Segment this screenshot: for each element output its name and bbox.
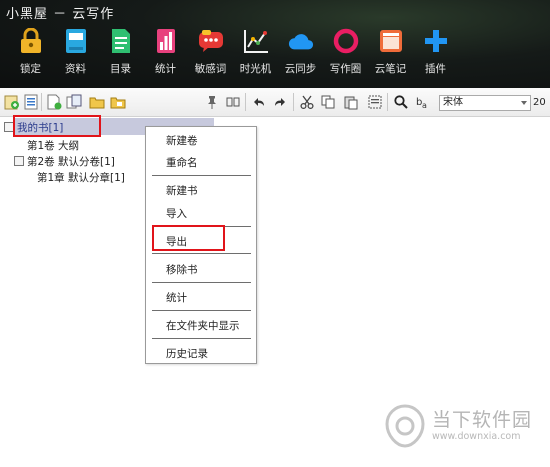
open-folder-icon[interactable]	[89, 94, 105, 110]
tool-materials[interactable]: 资料	[53, 28, 98, 84]
menu-show-in-folder[interactable]: 在文件夹中显示	[166, 318, 240, 333]
notebook-icon	[378, 28, 404, 54]
columns-icon[interactable]	[225, 94, 241, 110]
menu-new-volume[interactable]: 新建卷	[166, 133, 198, 148]
watermark-logo-icon	[385, 404, 425, 448]
tree-node-volume-1[interactable]: 第1卷 大纲	[27, 138, 79, 153]
tool-outline-label: 目录	[110, 63, 131, 75]
toolbar-divider	[387, 93, 388, 111]
toolbar-divider	[245, 93, 246, 111]
menu-divider	[152, 310, 251, 311]
line-chart-icon	[243, 28, 269, 54]
redo-icon[interactable]	[272, 94, 288, 110]
undo-icon[interactable]	[251, 94, 267, 110]
copy-doc-icon[interactable]	[66, 94, 82, 110]
font-family-select[interactable]: 宋体	[439, 95, 531, 111]
main-tool-strip: 锁定 资料 目录 统计 敏感词 时光机 云同步 写作圈 云笔记 插件	[8, 28, 458, 84]
speech-bubble-icon	[198, 28, 224, 54]
lock-icon	[18, 28, 44, 54]
document-icon	[108, 28, 134, 54]
new-chapter-icon[interactable]	[46, 94, 62, 110]
menu-divider	[152, 338, 251, 339]
menu-divider	[152, 175, 251, 176]
tool-outline[interactable]: 目录	[98, 28, 143, 84]
tree-node-volume-2[interactable]: 第2卷 默认分卷[1]	[14, 154, 115, 169]
tool-time-machine[interactable]: 时光机	[233, 28, 278, 84]
ring-icon	[333, 28, 359, 54]
tool-statistics[interactable]: 统计	[143, 28, 188, 84]
toolbar-divider	[41, 93, 42, 111]
context-menu: 新建卷 重命名 新建书 导入 导出 移除书 统计 在文件夹中显示 历史记录	[145, 126, 257, 364]
tool-writing-circle-label: 写作圈	[329, 63, 362, 75]
select-all-icon[interactable]	[367, 94, 383, 110]
menu-divider	[152, 253, 251, 254]
svg-text:a: a	[422, 101, 427, 110]
menu-statistics[interactable]: 统计	[166, 290, 187, 305]
export-highlight-annotation	[152, 225, 225, 251]
app-title: 小黑屋 － 云写作	[6, 7, 115, 22]
watermark-url: www.downxia.com	[432, 431, 521, 442]
paste-icon[interactable]	[343, 94, 359, 110]
bar-chart-icon	[153, 28, 179, 54]
menu-new-book[interactable]: 新建书	[166, 183, 198, 198]
tool-lock-label: 锁定	[20, 63, 41, 75]
top-toolbar: 小黑屋 － 云写作 锁定 资料 目录 统计 敏感词 时光机 云同步 写作圈 云笔…	[0, 0, 550, 88]
collapse-box-icon[interactable]	[14, 156, 24, 166]
watermark-name: 当下软件园	[432, 409, 533, 431]
tree-node-chapter-1[interactable]: 第1章 默认分章[1]	[37, 170, 125, 185]
menu-history[interactable]: 历史记录	[166, 346, 208, 361]
copy-icon[interactable]	[320, 94, 336, 110]
tool-plugins[interactable]: 插件	[413, 28, 458, 84]
tool-sensitive-words[interactable]: 敏感词	[188, 28, 233, 84]
highlight-annotation	[13, 115, 101, 137]
folder-export-icon[interactable]	[110, 94, 126, 110]
tool-cloud-notes-label: 云笔记	[374, 63, 407, 75]
tool-plugins-label: 插件	[425, 63, 446, 75]
tool-statistics-label: 统计	[155, 63, 176, 75]
tool-sensitive-words-label: 敏感词	[194, 63, 227, 75]
tool-cloud-sync-label: 云同步	[284, 63, 317, 75]
tree-list-icon[interactable]	[23, 94, 39, 110]
tree-node-volume-2-label: 第2卷 默认分卷[1]	[27, 156, 115, 168]
font-family-value: 宋体	[443, 97, 463, 108]
format-toolbar: ba 宋体 20	[0, 88, 550, 117]
font-size-select[interactable]: 20	[533, 95, 550, 111]
cloud-icon	[288, 28, 314, 54]
book-icon	[63, 28, 89, 54]
pin-icon[interactable]	[204, 94, 220, 110]
toolbar-divider	[293, 93, 294, 111]
chevron-down-icon	[521, 101, 527, 105]
font-style-icon[interactable]: ba	[415, 94, 431, 110]
tool-materials-label: 资料	[65, 63, 86, 75]
tool-writing-circle[interactable]: 写作圈	[323, 28, 368, 84]
menu-divider	[152, 282, 251, 283]
search-icon[interactable]	[393, 94, 409, 110]
menu-remove-book[interactable]: 移除书	[166, 262, 198, 277]
tool-cloud-notes[interactable]: 云笔记	[368, 28, 413, 84]
plus-icon	[423, 28, 449, 54]
tool-lock[interactable]: 锁定	[8, 28, 53, 84]
tool-time-machine-label: 时光机	[239, 63, 272, 75]
cut-icon[interactable]	[299, 94, 315, 110]
new-book-icon[interactable]	[4, 94, 20, 110]
menu-import[interactable]: 导入	[166, 206, 187, 221]
menu-rename[interactable]: 重命名	[166, 155, 198, 170]
tool-cloud-sync[interactable]: 云同步	[278, 28, 323, 84]
